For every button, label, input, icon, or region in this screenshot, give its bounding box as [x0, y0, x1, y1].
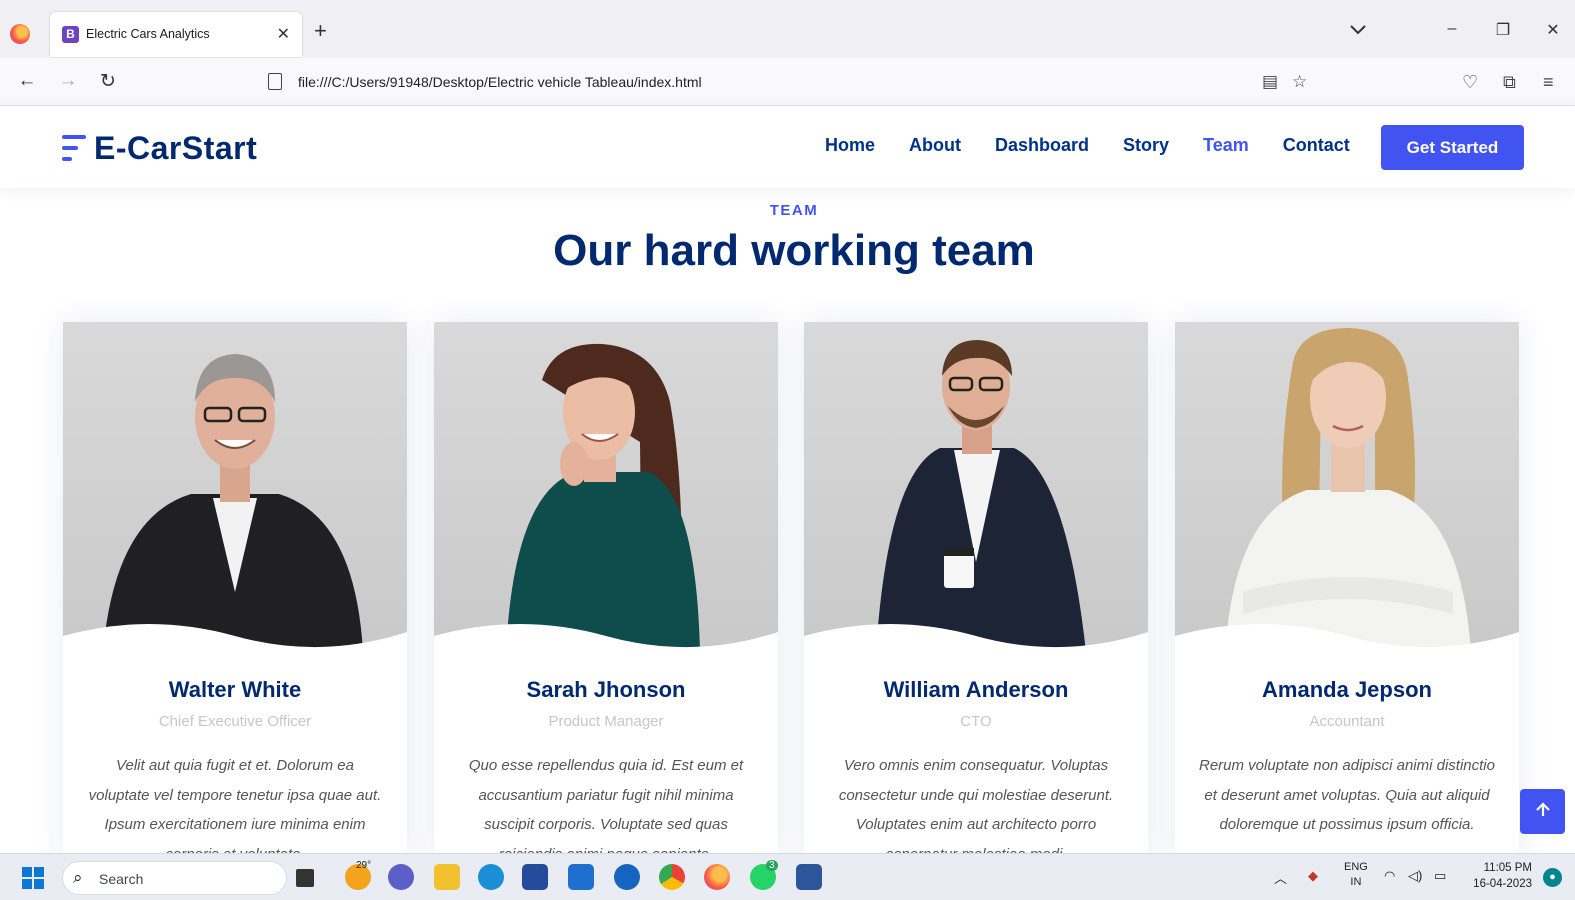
firefox-taskbar-icon[interactable] — [704, 864, 730, 890]
wave-decoration — [434, 624, 778, 652]
app-menu-icon[interactable]: ≡ — [1543, 72, 1554, 93]
man-in-black-blazer-image — [103, 354, 363, 652]
store-icon[interactable] — [522, 864, 548, 890]
member-role: Product Manager — [548, 713, 664, 730]
bootstrap-favicon-icon: B — [62, 26, 79, 43]
menu-team[interactable]: Team — [1203, 135, 1249, 156]
battery-icon[interactable]: ▭ — [1434, 868, 1446, 884]
member-photo — [804, 322, 1148, 652]
task-view-icon[interactable] — [296, 869, 314, 887]
url-text[interactable]: file:///C:/Users/91948/Desktop/Electric … — [298, 74, 702, 90]
search-icon: ⌕ — [73, 868, 83, 887]
windows-start-icon[interactable] — [22, 867, 44, 889]
language-code: ENG — [1344, 861, 1368, 873]
menu-home[interactable]: Home — [825, 135, 875, 156]
menu-contact[interactable]: Contact — [1283, 135, 1350, 156]
mail-icon[interactable] — [568, 864, 594, 890]
language-region: IN — [1350, 876, 1362, 888]
member-role: CTO — [960, 713, 992, 730]
wave-decoration — [1175, 624, 1519, 652]
list-tabs-chevron-icon[interactable] — [1350, 22, 1366, 38]
extensions-icon[interactable]: ⧉ — [1503, 72, 1516, 93]
bookmark-star-icon[interactable]: ☆ — [1292, 72, 1307, 92]
browser-tab-bar: B Electric Cars Analytics ✕ + – ❐ ✕ — [0, 0, 1575, 58]
section-title: Our hard working team — [553, 226, 1035, 275]
chat-icon[interactable] — [388, 864, 414, 890]
taskbar-clock[interactable]: 11:05 PM 16-04-2023 — [1466, 860, 1532, 892]
team-member-card: William Anderson CTO Vero omnis enim con… — [804, 322, 1148, 862]
antivirus-tray-icon[interactable]: ◆ — [1308, 868, 1318, 884]
wifi-icon[interactable]: ◠ — [1384, 868, 1395, 884]
back-arrow-icon[interactable]: ← — [15, 70, 39, 92]
close-tab-icon[interactable]: ✕ — [277, 24, 290, 44]
browser-tab[interactable]: B Electric Cars Analytics ✕ — [50, 12, 302, 57]
firefox-icon[interactable] — [10, 24, 30, 44]
taskbar-search-placeholder: Search — [99, 871, 144, 887]
new-tab-plus-icon[interactable]: + — [314, 20, 327, 42]
pocket-icon[interactable]: ♡ — [1462, 72, 1478, 93]
member-role: Accountant — [1309, 713, 1385, 730]
menu-dashboard[interactable]: Dashboard — [995, 135, 1089, 156]
member-photo — [63, 322, 407, 652]
notification-icon[interactable]: ● — [1543, 868, 1562, 887]
restore-window-icon[interactable]: ❐ — [1491, 20, 1515, 40]
member-bio: Vero omnis enim consequatur. Voluptas co… — [838, 757, 1114, 862]
tray-chevron-icon[interactable]: ︿ — [1274, 868, 1287, 887]
language-indicator[interactable]: ENG IN — [1344, 860, 1368, 890]
logo-lines-icon — [62, 133, 86, 163]
windows-taskbar: ⌕ Search 29° 3 ︿ ◆ ENG IN ◠ ◁) ▭ 11:05 P… — [0, 853, 1575, 900]
forward-arrow-icon[interactable]: → — [56, 70, 80, 92]
browser-nav-bar: ← → ↻ file:///C:/Users/91948/Desktop/Ele… — [0, 58, 1575, 106]
word-icon[interactable] — [796, 864, 822, 890]
logo-text: E-CarStart — [94, 129, 258, 166]
site-logo[interactable]: E-CarStart — [62, 128, 257, 168]
arrow-up-icon — [1535, 802, 1550, 816]
team-member-card: Sarah Jhonson Product Manager Quo esse r… — [434, 322, 778, 862]
section-tag: TEAM — [769, 202, 819, 219]
wave-decoration — [63, 624, 407, 652]
wave-decoration — [804, 624, 1148, 652]
member-role: Chief Executive Officer — [158, 713, 312, 730]
clock-time: 11:05 PM — [1483, 862, 1532, 874]
tab-title: Electric Cars Analytics — [86, 27, 210, 41]
close-window-icon[interactable]: ✕ — [1541, 20, 1565, 40]
help-icon[interactable] — [614, 864, 640, 890]
page-info-icon[interactable] — [268, 73, 282, 90]
woman-in-teal-top-image — [506, 343, 700, 652]
member-name: Amanda Jepson — [1262, 677, 1432, 702]
member-name: William Anderson — [883, 677, 1069, 702]
menu-about[interactable]: About — [909, 135, 961, 156]
chrome-icon[interactable] — [659, 864, 685, 890]
address-bar[interactable]: file:///C:/Users/91948/Desktop/Electric … — [262, 65, 1322, 99]
member-bio: Rerum voluptate non adipisci animi disti… — [1199, 757, 1495, 833]
reload-icon[interactable]: ↻ — [96, 70, 120, 93]
taskbar-search-box[interactable]: ⌕ Search — [62, 861, 287, 895]
site-header: E-CarStart Home About Dashboard Story Te… — [0, 106, 1575, 188]
man-with-coffee-image — [876, 340, 1086, 652]
clock-date: 16-04-2023 — [1473, 878, 1532, 890]
whatsapp-badge: 3 — [766, 860, 778, 871]
team-member-card: Walter White Chief Executive Officer Vel… — [63, 322, 407, 862]
member-bio: Quo esse repellendus quia id. Est eum et… — [468, 757, 744, 862]
back-to-top-button[interactable] — [1520, 789, 1565, 834]
volume-icon[interactable]: ◁) — [1408, 868, 1422, 884]
edge-browser-icon[interactable] — [478, 864, 504, 890]
minimize-window-icon[interactable]: – — [1440, 20, 1464, 38]
member-name: Walter White — [168, 677, 302, 702]
member-photo — [1175, 322, 1519, 652]
member-photo — [434, 322, 778, 652]
menu-story[interactable]: Story — [1123, 135, 1169, 156]
member-bio: Velit aut quia fugit et et. Dolorum ea v… — [88, 757, 382, 862]
main-menu: Home About Dashboard Story Team Contact — [825, 135, 1384, 156]
weather-temp: 29° — [356, 860, 372, 871]
file-explorer-icon[interactable] — [434, 864, 460, 890]
woman-in-white-blouse-image — [1225, 328, 1471, 652]
reader-view-icon[interactable]: ▤ — [1262, 72, 1278, 92]
member-name: Sarah Jhonson — [526, 677, 686, 702]
team-member-card: Amanda Jepson Accountant Rerum voluptate… — [1175, 322, 1519, 862]
get-started-button[interactable]: Get Started — [1381, 125, 1524, 170]
